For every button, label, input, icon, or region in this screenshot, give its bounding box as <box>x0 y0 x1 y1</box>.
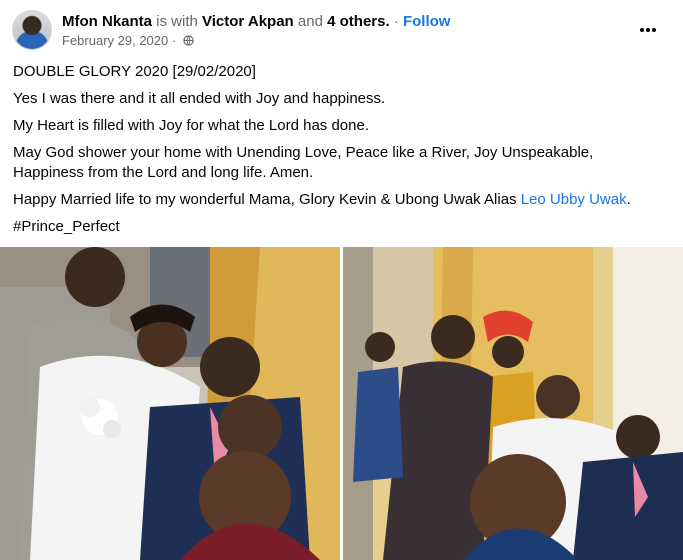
post-date[interactable]: February 29, 2020 <box>62 33 168 48</box>
more-horizontal-icon[interactable] <box>640 18 664 42</box>
author-avatar[interactable] <box>12 10 52 50</box>
post-card: Mfon Nkanta is with Victor Akpan and 4 o… <box>0 0 683 560</box>
line-4-suffix: . <box>626 191 631 208</box>
photo-grid <box>0 247 683 560</box>
author-line: Mfon Nkanta is with Victor Akpan and 4 o… <box>62 12 450 31</box>
author-name[interactable]: Mfon Nkanta <box>62 13 152 30</box>
profile-link[interactable]: Leo Ubby Uwak <box>521 191 627 208</box>
hashtag[interactable]: #Prince_Perfect <box>13 217 663 237</box>
post-line-2: My Heart is filled with Joy for what the… <box>13 117 370 134</box>
post-line-4: Happy Married life to my wonderful Mama,… <box>13 190 663 210</box>
others-link[interactable]: 4 others. <box>327 13 390 30</box>
date-separator: · <box>171 33 177 48</box>
photo-left[interactable] <box>0 247 340 560</box>
tagged-person[interactable]: Victor Akpan <box>202 13 294 30</box>
line-4-prefix: Happy Married life to my wonderful Mama,… <box>13 191 521 208</box>
and-text: and <box>297 13 323 30</box>
post-line-3: May God shower your home with Unending L… <box>13 144 594 181</box>
post-text: DOUBLE GLORY 2020 [29/02/2020] Yes I was… <box>13 62 663 244</box>
photo-right[interactable] <box>343 247 683 560</box>
post-line-1: Yes I was there and it all ended with Jo… <box>13 90 386 107</box>
post-meta: February 29, 2020 · <box>62 33 194 48</box>
post-header: Mfon Nkanta is with Victor Akpan and 4 o… <box>12 10 672 50</box>
follow-button[interactable]: Follow <box>403 13 451 30</box>
is-with-text: is with <box>156 13 198 30</box>
globe-icon[interactable] <box>183 35 194 46</box>
post-title: DOUBLE GLORY 2020 [29/02/2020] <box>13 63 256 80</box>
separator-dot: · <box>393 13 399 30</box>
